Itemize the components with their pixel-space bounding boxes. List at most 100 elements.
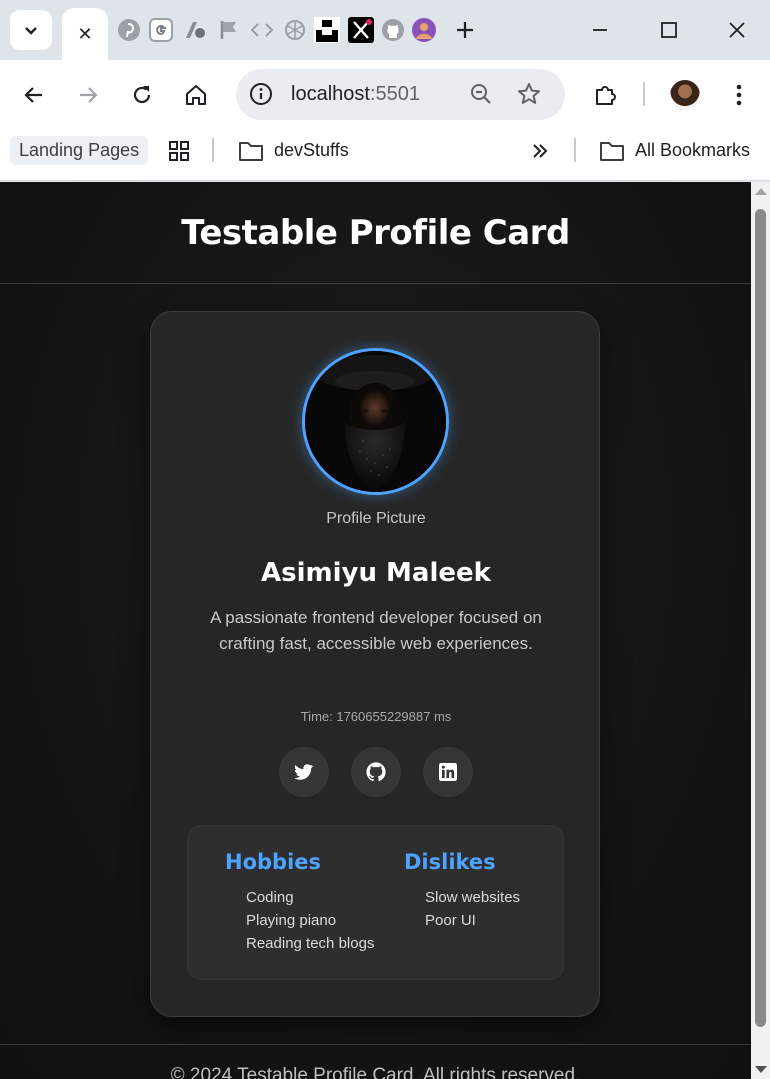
app-icon [186, 22, 205, 38]
profile-name: Asimiyu Maleek [261, 558, 491, 588]
bookmarks-separator [574, 138, 576, 162]
scroll-up-arrow-icon[interactable] [755, 188, 767, 195]
pinned-tab-app[interactable] [182, 16, 208, 44]
page-header: Testable Profile Card [0, 182, 751, 284]
page-footer: © 2024 Testable Profile Card. All rights… [0, 1044, 751, 1079]
tab-search-button[interactable] [10, 10, 52, 50]
pinterest-icon [118, 19, 140, 41]
minimize-icon [593, 29, 607, 31]
hobbies-section: Hobbies Coding Playing piano Reading tec… [225, 850, 374, 955]
bookmarks-bar: Landing Pages devStuffs All Bookmarks [0, 130, 770, 181]
back-button[interactable] [16, 77, 52, 113]
dislikes-list: Slow websites Poor UI [404, 886, 520, 932]
page-viewport: Testable Profile Card Profile Picture As… [0, 182, 751, 1079]
reload-button[interactable] [124, 77, 160, 113]
github-icon [382, 19, 404, 41]
scrollbar-thumb[interactable] [755, 209, 766, 1027]
bookmarks-separator [212, 138, 214, 162]
unsplash-icon [314, 17, 340, 43]
page-title: Testable Profile Card [181, 212, 570, 253]
active-tab[interactable]: ✕ [62, 8, 108, 60]
dislikes-section: Dislikes Slow websites Poor UI [404, 850, 520, 932]
site-info-button[interactable] [248, 81, 274, 107]
folder-icon [239, 141, 263, 161]
flag-icon [220, 21, 236, 39]
browser-toolbar: localhost:5501 [0, 60, 770, 130]
profile-avatar[interactable] [670, 80, 700, 110]
zoom-out-icon [471, 84, 491, 104]
home-icon [186, 85, 206, 105]
twitter-icon [294, 764, 314, 780]
page-scrollbar[interactable] [751, 182, 770, 1079]
pinned-tab-flag[interactable] [216, 16, 242, 44]
all-bookmarks-label: All Bookmarks [635, 140, 751, 160]
twitter-link[interactable] [279, 747, 329, 797]
hobbies-list: Coding Playing piano Reading tech blogs [225, 886, 374, 955]
zoom-button[interactable] [468, 81, 494, 107]
list-item: Slow websites [425, 889, 521, 906]
close-window-button[interactable] [717, 12, 757, 48]
all-bookmarks-button[interactable]: All Bookmarks [599, 136, 750, 165]
profile-icon [412, 18, 436, 42]
maximize-button[interactable] [649, 12, 689, 48]
folder-icon [600, 141, 624, 161]
forward-button[interactable] [70, 77, 106, 113]
social-links [151, 747, 601, 797]
code-icon [250, 23, 274, 37]
kebab-menu-icon [736, 84, 742, 106]
bookmark-folder-label: devStuffs [274, 140, 349, 160]
bookmark-star-button[interactable] [516, 81, 542, 107]
pinned-tab-google[interactable] [148, 16, 174, 44]
pinned-tab-openai[interactable] [282, 16, 308, 44]
list-item: Poor UI [425, 912, 476, 929]
scroll-down-arrow-icon[interactable] [755, 1066, 767, 1073]
x-icon [348, 17, 374, 43]
list-item: Coding [246, 889, 294, 906]
plus-icon [457, 22, 473, 38]
pinned-tab-pinterest[interactable] [116, 16, 142, 44]
bookmark-landing-pages[interactable]: Landing Pages [10, 136, 149, 165]
profile-time: Time: 1760655229887 ms [300, 709, 452, 724]
chevron-down-icon [25, 27, 37, 35]
pinned-tab-unsplash[interactable] [314, 16, 340, 44]
hobbies-heading: Hobbies [225, 850, 322, 874]
profile-card: Profile Picture Asimiyu Maleek A passion… [150, 311, 600, 1017]
address-port: :5501 [369, 83, 420, 105]
home-button[interactable] [178, 77, 214, 113]
toolbar-separator [643, 82, 645, 106]
close-icon [729, 22, 745, 38]
address-text[interactable]: localhost:5501 [291, 83, 420, 106]
minimize-button[interactable] [580, 12, 620, 48]
new-tab-button[interactable] [452, 17, 478, 43]
linkedin-link[interactable] [423, 747, 473, 797]
pinned-tab-code[interactable] [249, 16, 275, 44]
pinned-tab-github[interactable] [380, 16, 406, 44]
github-icon [366, 762, 386, 782]
preferences-panel: Hobbies Coding Playing piano Reading tec… [187, 825, 564, 980]
bookmark-folder-devstuffs[interactable]: devStuffs [238, 136, 349, 165]
tab-strip: ✕ [0, 0, 770, 60]
double-chevron-right-icon [533, 143, 548, 158]
profile-picture-caption: Profile Picture [326, 510, 426, 527]
reload-icon [133, 86, 151, 104]
tab-close-button[interactable]: ✕ [77, 24, 92, 45]
list-item: Playing piano [246, 912, 337, 929]
extensions-button[interactable] [588, 77, 624, 113]
github-link[interactable] [351, 747, 401, 797]
pinned-tab-x[interactable] [348, 16, 374, 44]
address-bar[interactable]: localhost:5501 [236, 69, 565, 120]
linkedin-icon [439, 763, 457, 781]
dislikes-heading: Dislikes [404, 850, 496, 874]
arrow-left-icon [24, 87, 42, 103]
menu-button[interactable] [721, 77, 757, 113]
openai-icon [285, 20, 305, 40]
info-icon [250, 83, 272, 105]
puzzle-icon [596, 86, 616, 105]
pinned-tab-profile[interactable] [411, 16, 437, 44]
more-bookmarks-button[interactable] [530, 136, 550, 165]
footer-text: © 2024 Testable Profile Card. All rights… [170, 1065, 581, 1079]
list-item: Reading tech blogs [246, 935, 375, 952]
apps-button[interactable] [168, 136, 190, 165]
google-icon [149, 18, 173, 42]
star-icon [518, 83, 540, 104]
